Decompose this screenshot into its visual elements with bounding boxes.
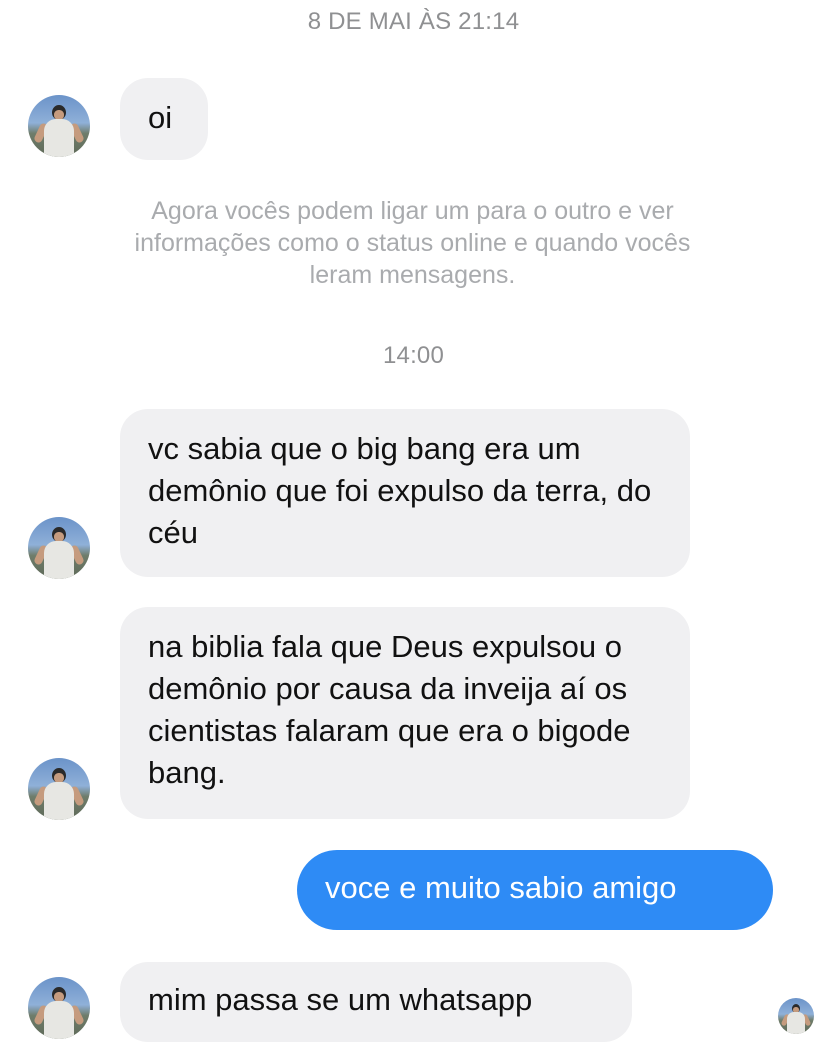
message-bubble-outgoing[interactable]: voce e muito sabio amigo	[297, 850, 773, 930]
message-bubble-incoming[interactable]: oi	[120, 78, 208, 160]
read-receipt-avatar-icon	[778, 998, 814, 1034]
system-note: Agora vocês podem ligar um para o outro …	[134, 197, 691, 289]
contact-avatar-icon[interactable]	[28, 977, 90, 1039]
header-timestamp: 8 DE MAI ÀS 21:14	[307, 8, 520, 35]
contact-avatar-icon[interactable]	[28, 758, 90, 820]
contact-avatar-icon[interactable]	[28, 95, 90, 157]
message-timestamp: 14:00	[382, 342, 445, 369]
message-bubble-incoming[interactable]: vc sabia que o big bang era um demônio q…	[120, 409, 690, 577]
contact-avatar-icon[interactable]	[28, 517, 90, 579]
message-bubble-incoming[interactable]: na biblia fala que Deus expulsou o demôn…	[120, 607, 690, 819]
message-bubble-incoming[interactable]: mim passa se um whatsapp	[120, 962, 632, 1042]
